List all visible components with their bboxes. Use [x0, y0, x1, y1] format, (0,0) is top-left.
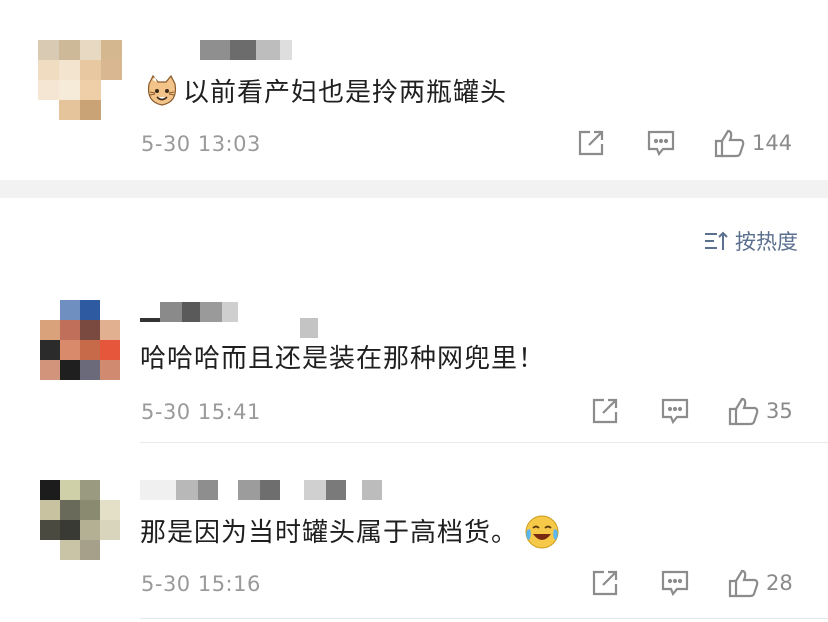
avatar[interactable] — [40, 480, 120, 560]
username-blurred-2 — [300, 318, 318, 338]
crying-laughing-emoji — [524, 514, 559, 548]
share-icon[interactable] — [590, 568, 620, 598]
sort-icon — [705, 231, 728, 250]
comment-time: 5-30 15:41 — [141, 400, 261, 424]
username-blurred[interactable] — [140, 302, 238, 322]
comment-time: 5-30 13:03 — [141, 132, 261, 156]
comment-item: 哈哈哈而且还是装在那种网兜里！ 5-30 15:41 35 — [0, 280, 828, 440]
comment-separator — [140, 442, 828, 443]
comment-time: 5-30 15:16 — [141, 572, 261, 596]
comment-text: 以前看产妇也是拎两瓶罐头 — [145, 72, 507, 109]
like-icon[interactable] — [728, 568, 759, 598]
username-blurred[interactable] — [200, 40, 292, 60]
comment-text: 哈哈哈而且还是装在那种网兜里！ — [140, 338, 545, 375]
comment-item: 以前看产妇也是拎两瓶罐头 5-30 13:03 144 — [0, 0, 828, 180]
avatar[interactable] — [38, 40, 122, 120]
sort-label: 按热度 — [735, 230, 798, 254]
cat-face-emoji — [145, 74, 179, 108]
like-count: 144 — [752, 131, 793, 155]
share-icon[interactable] — [576, 128, 606, 158]
comment-text-content: 以前看产妇也是拎两瓶罐头 — [183, 78, 508, 108]
like-icon[interactable] — [714, 128, 745, 158]
comment-text: 那是因为当时罐头属于高档货。 — [140, 512, 559, 549]
comment-text-content: 哈哈哈而且还是装在那种网兜里！ — [140, 344, 546, 374]
comment-actions: 28 — [590, 568, 793, 598]
avatar[interactable] — [40, 300, 120, 380]
comment-item: 那是因为当时罐头属于高档货。 5-30 15:16 28 — [0, 460, 828, 622]
comment-icon[interactable] — [646, 128, 676, 158]
sort-toggle[interactable]: 按热度 — [703, 226, 798, 256]
comment-separator — [140, 618, 828, 619]
like-count: 35 — [766, 399, 793, 423]
section-divider — [0, 180, 828, 198]
comment-text-content: 那是因为当时罐头属于高档货。 — [140, 518, 519, 548]
username-blurred[interactable] — [140, 480, 382, 500]
like-icon[interactable] — [728, 396, 759, 426]
share-icon[interactable] — [590, 396, 620, 426]
comment-actions: 144 — [576, 128, 792, 158]
comment-icon[interactable] — [660, 396, 690, 426]
like-count: 28 — [766, 571, 793, 595]
comment-icon[interactable] — [660, 568, 690, 598]
comment-actions: 35 — [590, 396, 793, 426]
